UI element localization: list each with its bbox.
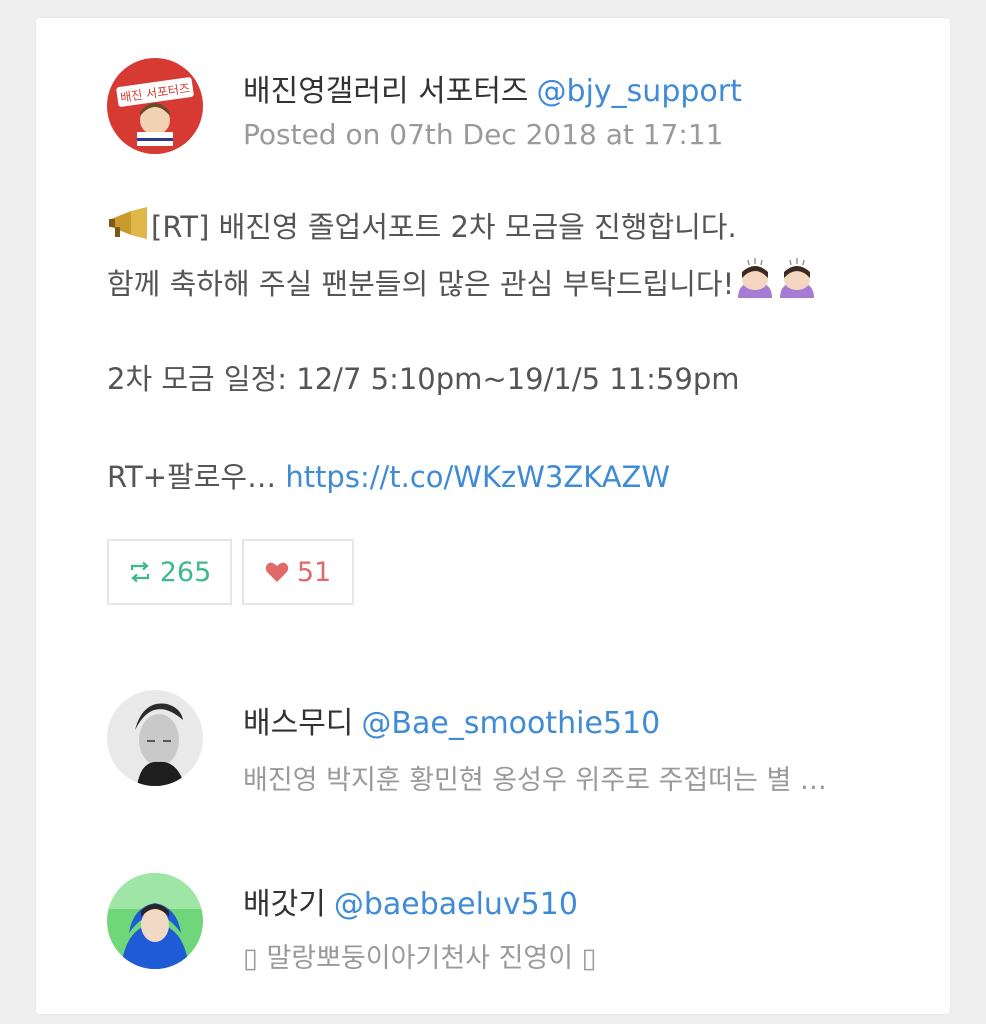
like-count-button[interactable]: 51 xyxy=(242,539,354,605)
post-timestamp: Posted on 07th Dec 2018 at 17:11 xyxy=(243,118,724,151)
follower-description: ▯ 말랑뽀둥이아기천사 진영이 ▯ xyxy=(243,943,597,974)
follower-name[interactable]: 배갓기 xyxy=(243,887,326,922)
post-text-line-4: RT+팔로우… xyxy=(107,460,286,494)
follower-name-line: 배갓기 @baebaeluv510 xyxy=(243,879,578,923)
post-link[interactable]: https://t.co/WKzW3ZKAZW xyxy=(285,460,670,494)
follower-handle[interactable]: @baebaeluv510 xyxy=(334,887,578,922)
follower-avatar[interactable] xyxy=(107,873,203,969)
author-name[interactable]: 배진영갤러리 서포터즈 xyxy=(243,74,529,109)
follower-name-line: 배스무디 @Bae_smoothie510 xyxy=(243,698,660,742)
author-avatar[interactable]: 배진 서포터즈 xyxy=(107,58,203,154)
author-name-line: 배진영갤러리 서포터즈 @bjy_support xyxy=(243,66,742,110)
retweet-count: 265 xyxy=(159,556,212,588)
heart-icon xyxy=(265,562,289,582)
bowing-person-icon xyxy=(776,258,818,305)
post-text-line-2: 함께 축하해 주실 팬분들의 많은 관심 부탁드립니다! xyxy=(107,267,735,301)
post-body-line-1: [RT] 배진영 졸업서포트 2차 모금을 진행합니다. xyxy=(107,204,737,248)
megaphone-icon xyxy=(107,207,151,248)
post-text-line-3: 2차 모금 일정: 12/7 5:10pm~19/1/5 11:59pm xyxy=(107,362,740,396)
follower-name[interactable]: 배스무디 xyxy=(243,706,353,741)
follower-avatar[interactable] xyxy=(107,690,203,786)
follower-handle[interactable]: @Bae_smoothie510 xyxy=(361,706,660,741)
author-handle[interactable]: @bjy_support xyxy=(537,74,742,109)
retweet-count-button[interactable]: 265 xyxy=(107,539,232,605)
post-body-line-2: 함께 축하해 주실 팬분들의 많은 관심 부탁드립니다! xyxy=(107,258,818,305)
post-card: 배진 서포터즈 배진영갤러리 서포터즈 @bjy_support Posted o… xyxy=(36,18,950,1014)
follower-description: 배진영 박지훈 황민현 옹성우 위주로 주접떠는 별 … xyxy=(243,765,827,796)
bowing-person-icon xyxy=(734,258,776,305)
like-count: 51 xyxy=(296,556,332,588)
post-text-line-1: [RT] 배진영 졸업서포트 2차 모금을 진행합니다. xyxy=(151,210,737,244)
post-body-line-4: RT+팔로우… https://t.co/WKzW3ZKAZW xyxy=(107,454,670,496)
retweet-icon xyxy=(130,561,149,583)
